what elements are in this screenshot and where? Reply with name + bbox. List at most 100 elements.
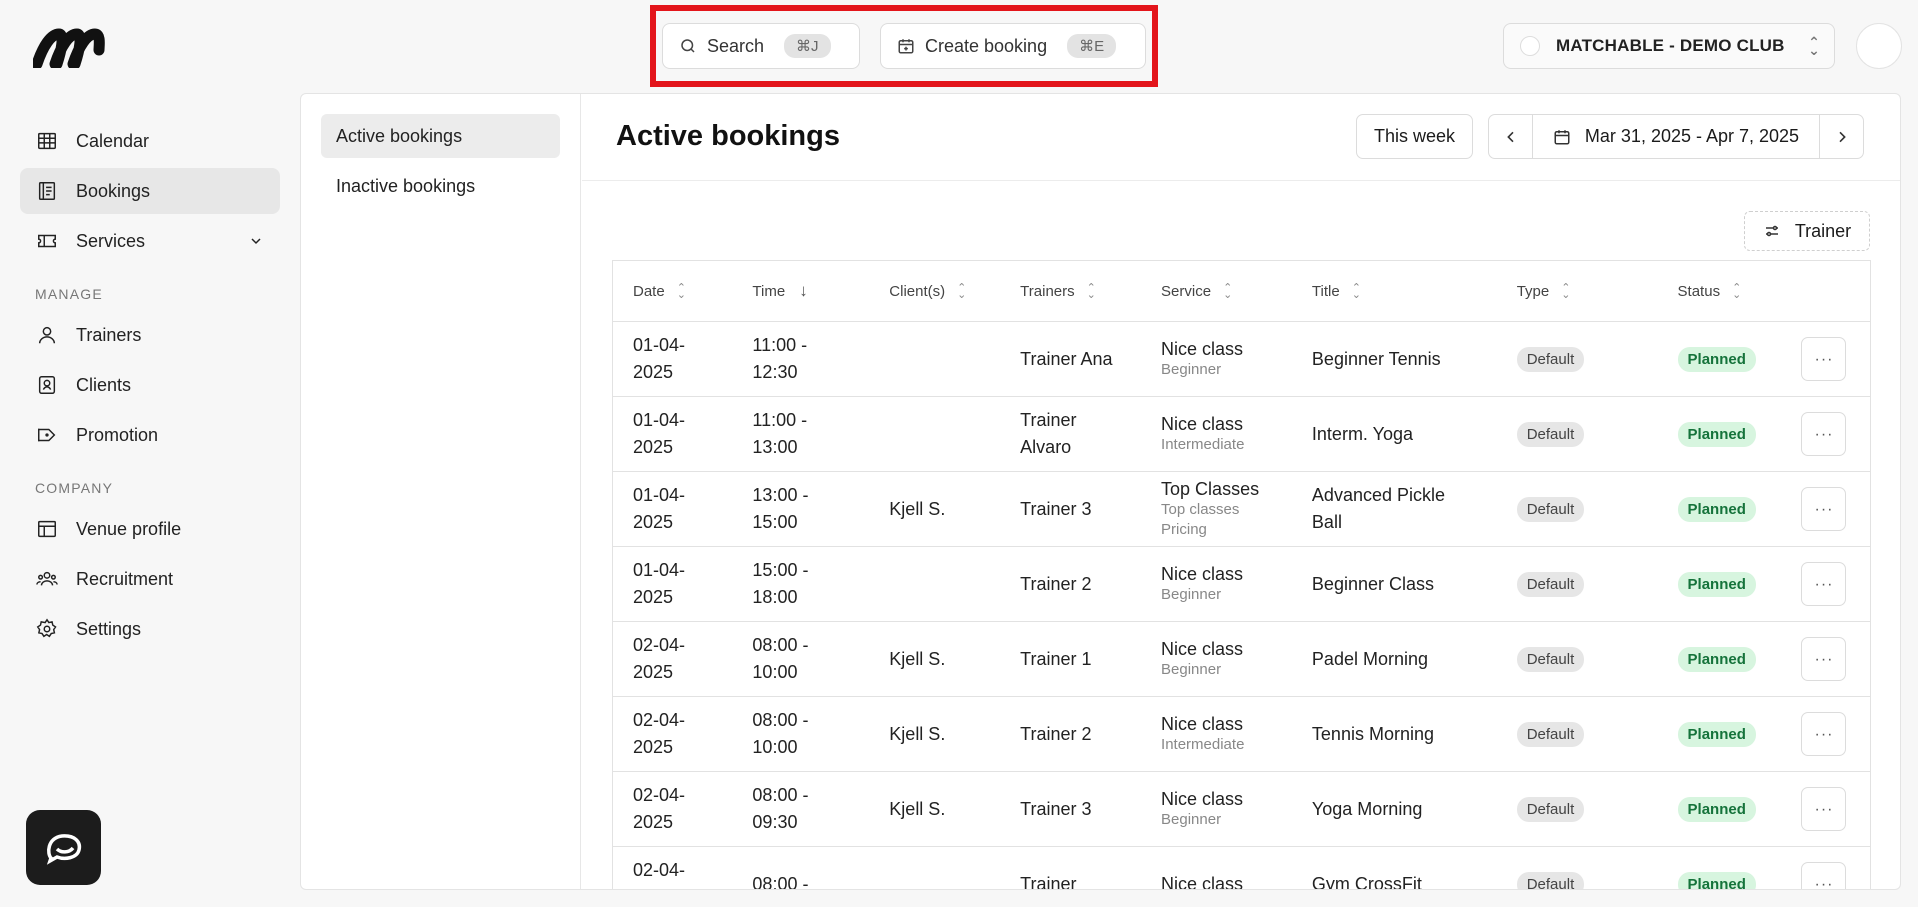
sidebar-item-calendar[interactable]: Calendar [20, 118, 280, 164]
megaphone-icon [38, 428, 56, 442]
column-header-clients[interactable]: Client(s) ⌃ ⌄ [869, 260, 1001, 322]
cell-type: Default [1496, 696, 1658, 772]
trainer-filter-button[interactable]: Trainer [1744, 211, 1870, 251]
sidebar-item-label: Recruitment [76, 568, 174, 589]
cell-time: 08:00 - [732, 846, 870, 890]
avatar[interactable] [1856, 23, 1902, 69]
status-badge: Planned [1677, 572, 1756, 597]
date-text: 02-04-2025 [633, 635, 686, 682]
row-menu-button[interactable]: ··· [1801, 637, 1847, 681]
cell-trainer: Trainer 3 [1000, 771, 1142, 847]
status-badge: Planned [1677, 872, 1756, 889]
create-booking-button[interactable]: Create booking ⌘E [880, 23, 1146, 69]
service-sub: Beginner [1161, 586, 1222, 603]
sidebar-item-venue-profile[interactable]: Venue profile [20, 506, 280, 552]
table-row[interactable]: 02-04-2025 08:00 - 09:30 Kjell S. Trainer 3… [612, 771, 1871, 847]
row-menu-button[interactable]: ··· [1801, 487, 1847, 531]
top-actions-highlight: Search ⌘J Create booking ⌘E [650, 5, 1158, 87]
row-menu-button[interactable]: ··· [1801, 337, 1847, 381]
time-text: 11:00 - 13:00 [752, 410, 808, 457]
next-week-button[interactable] [1819, 115, 1863, 158]
sidebar-item-promotion[interactable]: Promotion [20, 412, 280, 458]
create-booking-label: Create booking [925, 35, 1048, 56]
column-header-time[interactable]: Time ↓ [732, 260, 870, 322]
subnav-inactive-bookings[interactable]: Inactive bookings [321, 164, 560, 208]
cell-clients: Kjell S. [869, 621, 1001, 697]
table-row[interactable]: 02-04-2025 08:00 - 10:00 Kjell S. Trainer 2… [612, 696, 1871, 772]
time-text: 08:00 - 09:30 [752, 785, 809, 832]
trainer-text: Trainer 3 [1020, 798, 1092, 819]
title-text: Interm. Yoga [1311, 423, 1413, 444]
table-row[interactable]: 02-04-2025 08:00 - Trainer Nice class Gym Cr… [612, 846, 1871, 890]
title-text: Yoga Morning [1311, 798, 1423, 819]
sidebar-item-clients[interactable]: Clients [20, 362, 280, 408]
date-range-button[interactable]: Mar 31, 2025 - Apr 7, 2025 [1533, 115, 1819, 158]
header-label: Client(s) [889, 282, 946, 300]
cell-actions: ··· [1781, 546, 1871, 622]
cell-clients: Kjell S. [869, 471, 1001, 547]
service-name: Nice class [1161, 414, 1244, 434]
title-text: Advanced Pickle Ball [1311, 485, 1445, 532]
table-row[interactable]: 01-04-2025 11:00 - 12:30 Trainer Ana Nice c… [612, 321, 1871, 397]
service-name: Nice class [1161, 789, 1244, 809]
cell-service: Nice class Beginner [1141, 546, 1292, 622]
row-menu-button[interactable]: ··· [1801, 562, 1847, 606]
sidebar-item-services[interactable]: Services [20, 218, 280, 264]
status-badge: Planned [1677, 497, 1756, 522]
row-menu-button[interactable]: ··· [1801, 412, 1847, 456]
search-icon [681, 39, 695, 53]
column-header-trainers[interactable]: Trainers ⌃ ⌄ [1000, 260, 1142, 322]
header-label: Trainers [1020, 282, 1075, 300]
sidebar-item-trainers[interactable]: Trainers [20, 312, 280, 358]
bookings-content: Active bookings This week Mar 31, 2025 -… [582, 94, 1900, 889]
calendar-plus-icon [898, 39, 914, 54]
column-header-type[interactable]: Type ⌃ ⌄ [1496, 260, 1658, 322]
column-header-status[interactable]: Status ⌃ ⌄ [1657, 260, 1782, 322]
time-text: 08:00 - 10:00 [752, 635, 809, 682]
club-selector[interactable]: MATCHABLE - DEMO CLUB ⌃ ⌄ [1503, 23, 1835, 69]
service-sub: Intermediate [1161, 436, 1245, 453]
cell-type: Default [1496, 396, 1658, 472]
cell-clients [869, 846, 1001, 889]
layout-icon [38, 520, 56, 538]
chat-button[interactable] [26, 810, 101, 885]
type-badge: Default [1516, 797, 1585, 822]
table-row[interactable]: 01-04-2025 11:00 - 13:00 Trainer Alvaro Nic… [612, 396, 1871, 472]
users-icon [36, 571, 58, 586]
sort-icon: ⌃ ⌄ [676, 281, 686, 301]
subnav-active-bookings[interactable]: Active bookings [321, 114, 560, 158]
row-menu-button[interactable]: ··· [1801, 712, 1847, 756]
cell-title: Yoga Morning [1291, 771, 1497, 847]
this-week-button[interactable]: This week [1356, 114, 1473, 159]
header-label: Time [752, 283, 786, 300]
cell-time: 08:00 - 09:30 [732, 771, 870, 847]
sort-icon: ⌃ ⌄ [1561, 281, 1571, 301]
sidebar-item-label: Services [76, 230, 146, 251]
row-menu-button[interactable]: ··· [1801, 862, 1847, 889]
time-text: 08:00 - [752, 873, 809, 890]
column-header-date[interactable]: Date ⌃ ⌄ [612, 260, 733, 322]
cell-date: 01-04-2025 [612, 546, 733, 622]
column-header-title[interactable]: Title ⌃ ⌄ [1291, 260, 1497, 322]
search-button[interactable]: Search ⌘J [662, 23, 860, 69]
prev-week-button[interactable] [1489, 115, 1533, 158]
table-row[interactable]: 01-04-2025 13:00 - 15:00 Kjell S. Trainer 3… [612, 471, 1871, 547]
column-header-service[interactable]: Service ⌃ ⌄ [1141, 260, 1292, 322]
sidebar-item-bookings[interactable]: Bookings [20, 168, 280, 214]
cell-date: 02-04-2025 [612, 621, 733, 697]
table-row[interactable]: 01-04-2025 15:00 - 18:00 Trainer 2 Nice cla… [612, 546, 1871, 622]
cell-status: Planned [1657, 771, 1782, 847]
create-booking-shortcut: ⌘E [1067, 34, 1117, 58]
date-text: 01-04-2025 [633, 335, 686, 382]
service-name: Nice class [1161, 874, 1244, 890]
row-menu-button[interactable]: ··· [1801, 787, 1847, 831]
bookings-table: Date ⌃ ⌄ Time ↓ Client(s) ⌃ ⌄ Trainers ⌃ ⌄ Serv… [612, 260, 1871, 890]
cell-time: 11:00 - 12:30 [732, 321, 870, 397]
table-header-row: Date ⌃ ⌄ Time ↓ Client(s) ⌃ ⌄ Trainers ⌃ ⌄ Serv… [612, 260, 1871, 322]
table-row[interactable]: 02-04-2025 08:00 - 10:00 Kjell S. Trainer 1… [612, 621, 1871, 697]
sidebar-item-settings[interactable]: Settings [20, 606, 280, 652]
cell-actions: ··· [1781, 621, 1871, 697]
sidebar-item-label: Clients [76, 374, 132, 395]
sidebar-item-recruitment[interactable]: Recruitment [20, 556, 280, 602]
sidebar-item-label: Calendar [76, 130, 150, 151]
